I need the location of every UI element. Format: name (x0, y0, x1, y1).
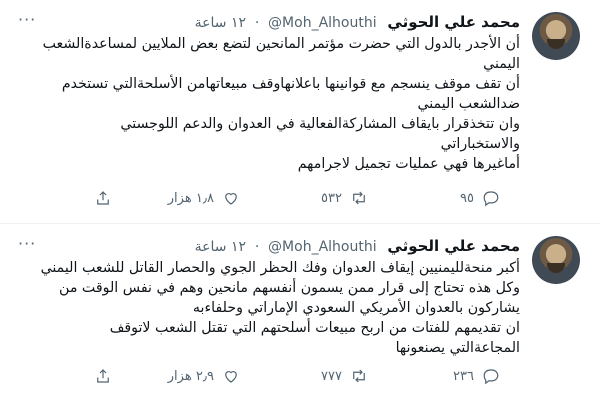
share-icon (97, 369, 109, 383)
like-button[interactable]: ٢٫٩ هزار (168, 366, 240, 386)
separator-dot: · (254, 239, 260, 255)
avatar-beard (547, 263, 565, 273)
tweet-line: اليمني (483, 56, 520, 72)
reply-icon (483, 369, 499, 385)
reply-button[interactable]: ٢٣٦ (453, 366, 500, 386)
avatar[interactable] (532, 12, 580, 60)
tweet-actions: ٢٣٦ ٧٧٧ ٢٫٩ هزار (80, 366, 600, 386)
more-icon[interactable]: ··· (18, 234, 36, 253)
retweet-button[interactable]: ٥٣٢ (321, 188, 368, 208)
tweet-header: محمد علي الحوثي @Moh_Alhouthi · ١٢ ساعة (195, 12, 520, 32)
reply-count: ٩٥ (460, 190, 474, 206)
reply-icon (483, 191, 499, 207)
tweet-line: وان تتخذقرار بايقاف المشاركةالفعالية في … (120, 116, 520, 132)
like-count: ٢٫٩ هزار (167, 368, 214, 384)
share-button[interactable] (94, 188, 112, 208)
tweet-line: والاستخباراتي (440, 136, 520, 152)
reply-count: ٢٣٦ (453, 368, 474, 384)
retweet-icon (353, 369, 365, 383)
author-handle[interactable]: @Moh_Alhouthi (268, 239, 377, 255)
retweet-count: ٧٧٧ (321, 368, 342, 384)
tweet-line: يشاركون بالعدوان الأمريكي السعودي الإمار… (192, 300, 520, 316)
share-icon (97, 191, 109, 205)
tweet[interactable]: محمد علي الحوثي @Moh_Alhouthi · ١٢ ساعة … (0, 0, 600, 224)
separator-dot: · (254, 15, 260, 31)
retweet-button[interactable]: ٧٧٧ (321, 366, 368, 386)
more-icon[interactable]: ··· (18, 10, 36, 29)
tweet-line: وكل هذه تحتاج إلى قرار ممن يسمون أنفسهم … (59, 280, 520, 296)
tweet-line: أكبر منحةلليمنيين إيقاف العدوان وفك الحظ… (40, 260, 520, 276)
author-name[interactable]: محمد علي الحوثي (387, 237, 520, 255)
tweet-line: المجاعةالتي يصنعونها (395, 340, 520, 356)
like-icon (225, 371, 237, 383)
author-handle[interactable]: @Moh_Alhouthi (268, 15, 377, 31)
author-name[interactable]: محمد علي الحوثي (387, 13, 520, 31)
tweet-line: ضدالشعب اليمني (417, 96, 520, 112)
tweet-text: أن الأجدر بالدول التي حضرت مؤتمر المانحي… (20, 34, 520, 174)
like-count: ١٫٨ هزار (167, 190, 214, 206)
tweet-line: ان تقديمهم للفتات من اربح مبيعات أسلحتهم… (109, 320, 520, 336)
avatar-beard (547, 39, 565, 49)
reply-button[interactable]: ٩٥ (460, 188, 500, 208)
tweet-time[interactable]: ١٢ ساعة (195, 239, 246, 255)
retweet-count: ٥٣٢ (321, 190, 342, 206)
like-icon (225, 193, 237, 205)
tweet-line: أن تقف موقف ينسجم مع قوانينها باعلانهاوق… (61, 76, 520, 92)
tweet-line: أن الأجدر بالدول التي حضرت مؤتمر المانحي… (42, 36, 520, 52)
tweet-time[interactable]: ١٢ ساعة (195, 15, 246, 31)
tweet-text: أكبر منحةلليمنيين إيقاف العدوان وفك الحظ… (20, 258, 520, 358)
tweet-header: محمد علي الحوثي @Moh_Alhouthi · ١٢ ساعة (195, 236, 520, 256)
retweet-icon (353, 191, 365, 205)
avatar[interactable] (532, 236, 580, 284)
like-button[interactable]: ١٫٨ هزار (168, 188, 240, 208)
tweet-line: أماغيرها فهي عمليات تجميل لاجرامهم (297, 156, 520, 172)
tweet[interactable]: محمد علي الحوثي @Moh_Alhouthi · ١٢ ساعة … (0, 224, 600, 400)
tweet-feed: محمد علي الحوثي @Moh_Alhouthi · ١٢ ساعة … (0, 0, 600, 400)
share-button[interactable] (94, 366, 112, 386)
tweet-actions: ٩٥ ٥٣٢ ١٫٨ هزار (80, 188, 600, 208)
